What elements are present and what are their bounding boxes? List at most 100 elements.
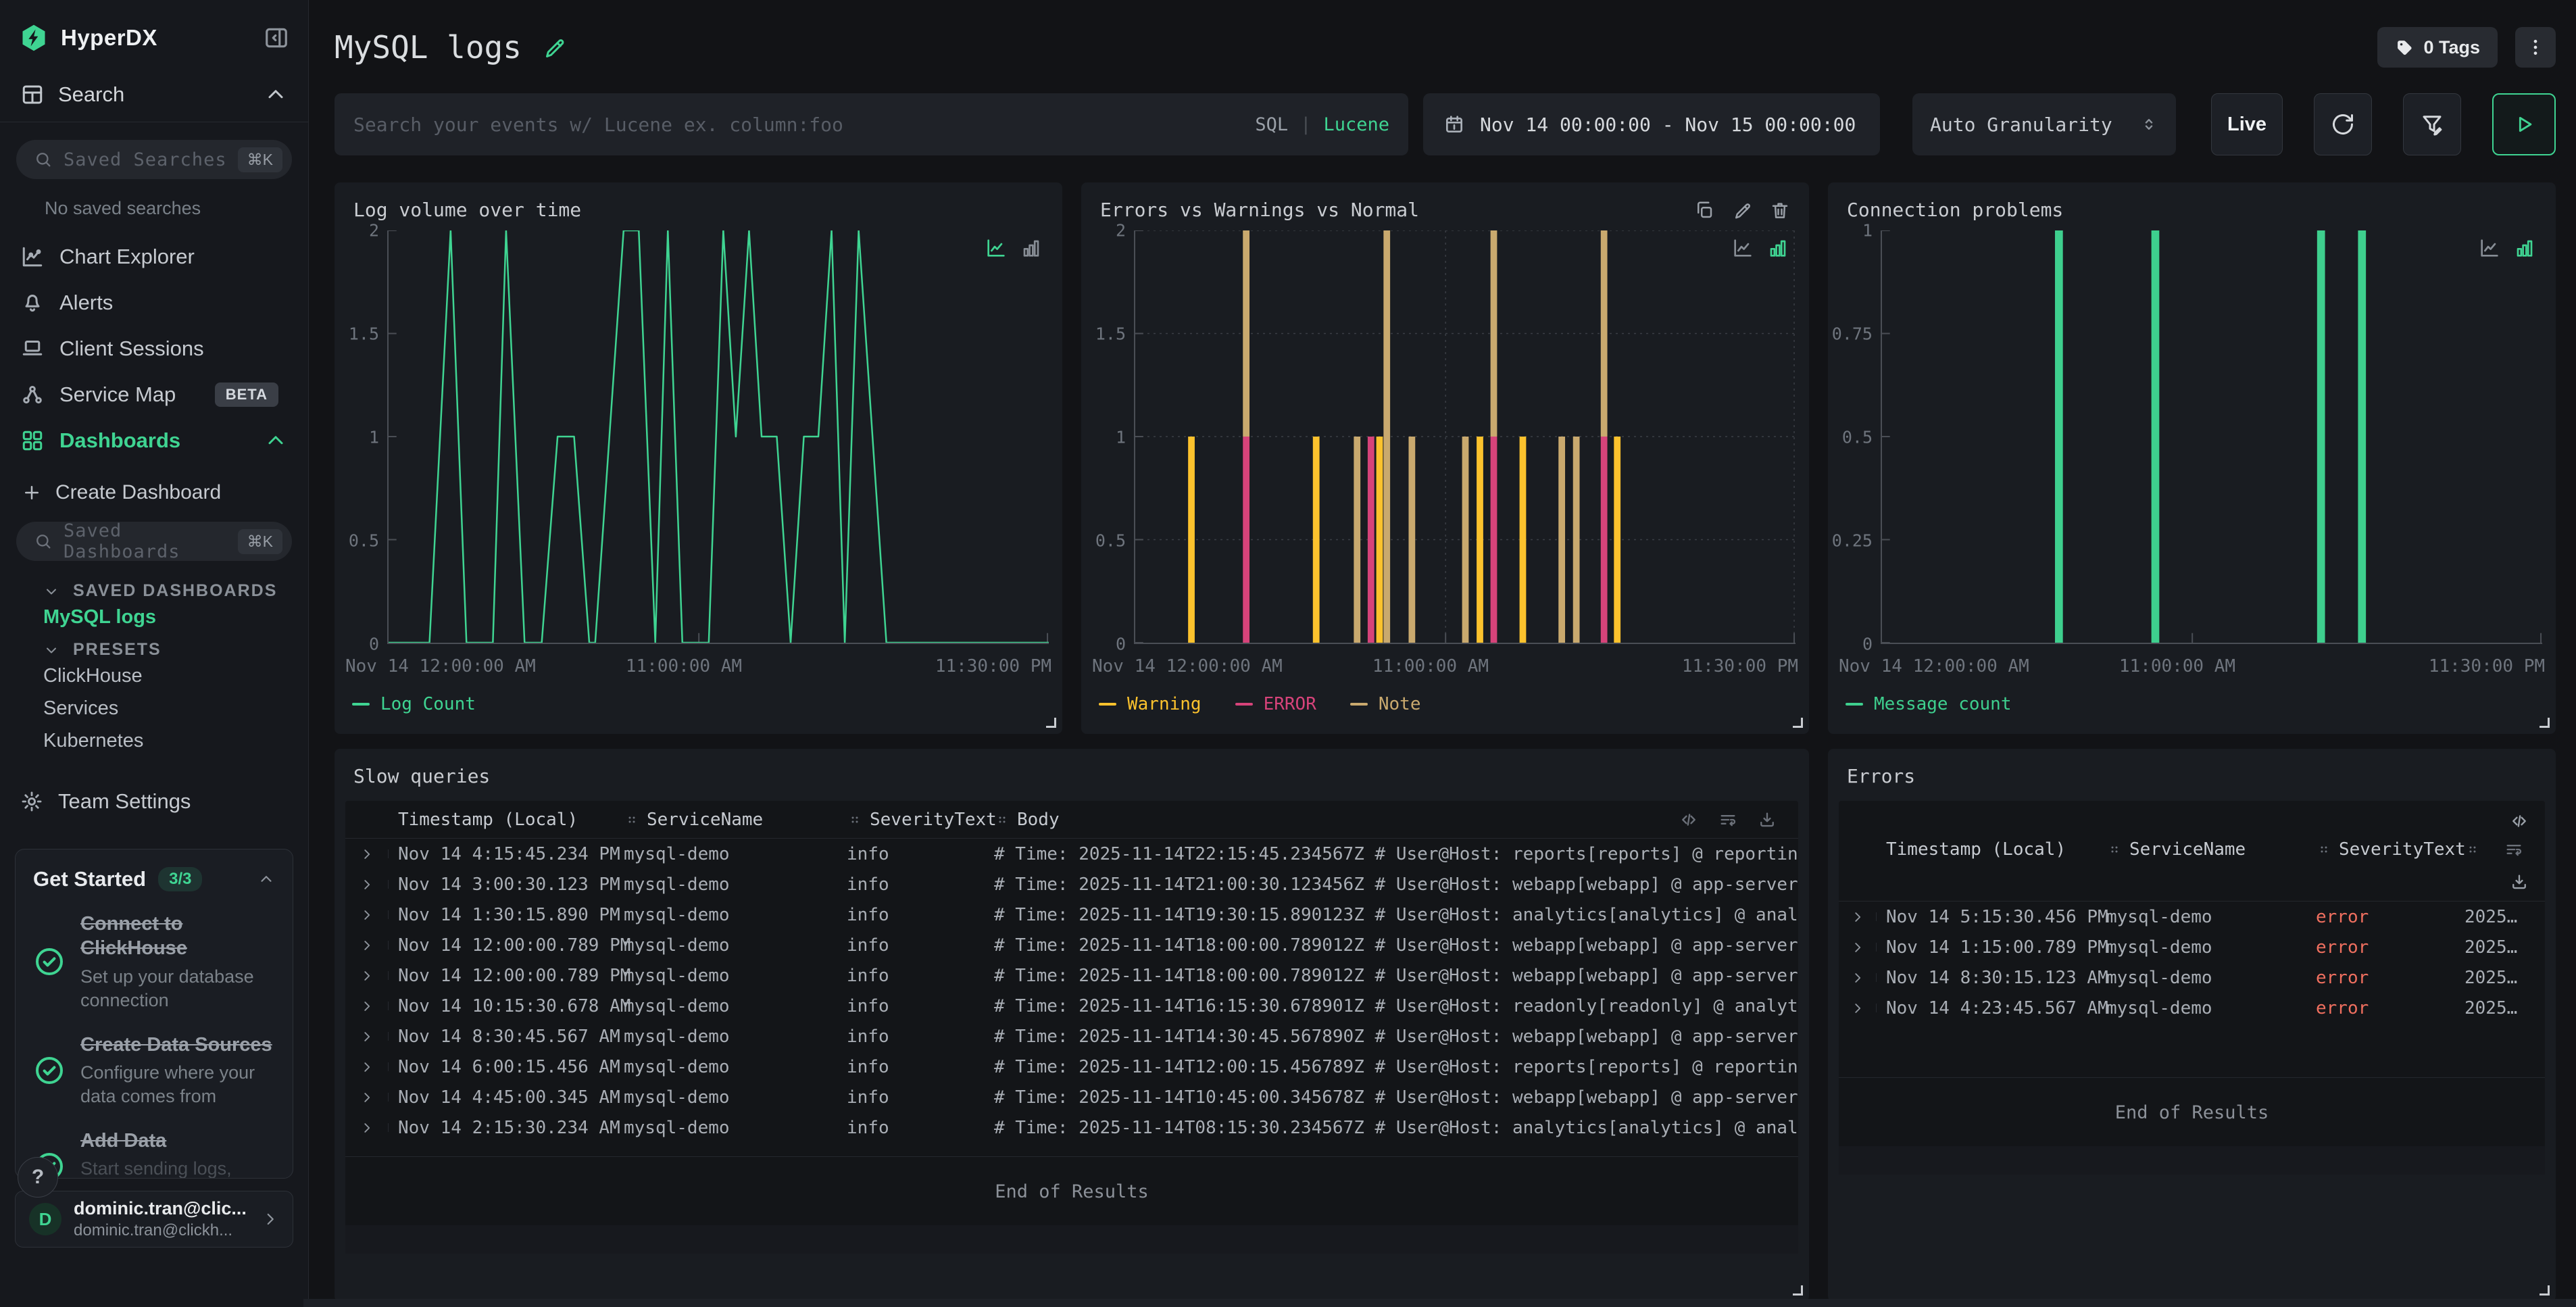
column-header-severitytext[interactable]: SeverityText <box>2316 839 2464 860</box>
resize-handle[interactable] <box>2540 718 2550 728</box>
dashboard-link-kubernetes[interactable]: Kubernetes <box>0 724 308 757</box>
dashboard-link-services[interactable]: Services <box>0 692 308 724</box>
copy-icon[interactable] <box>1694 200 1714 220</box>
create-dashboard-button[interactable]: Create Dashboard <box>0 481 308 504</box>
expand-row-icon[interactable] <box>360 1120 374 1135</box>
more-menu-button[interactable] <box>2515 27 2556 68</box>
expand-row-icon[interactable] <box>360 1060 374 1075</box>
column-header-servicename[interactable]: ServiceName <box>2106 839 2316 860</box>
trash-icon[interactable] <box>1770 200 1790 220</box>
sidebar-item-service-map[interactable]: Service MapBETA <box>0 372 308 418</box>
chevron-up-icon[interactable] <box>257 870 275 888</box>
sidebar-item-dashboards[interactable]: Dashboards <box>0 418 308 464</box>
expand-row-icon[interactable] <box>360 908 374 922</box>
chart-canvas[interactable] <box>389 230 1049 643</box>
column-header-severitytext[interactable]: SeverityText <box>847 810 994 830</box>
drag-handle-icon[interactable] <box>994 812 1010 828</box>
chevron-up-icon[interactable] <box>264 82 288 107</box>
expand-row-icon[interactable] <box>360 1029 374 1044</box>
expand-row-icon[interactable] <box>360 938 374 953</box>
line-view-icon[interactable] <box>2479 237 2500 259</box>
column-header-timestamp[interactable]: Timestamp (Local) <box>389 810 624 830</box>
table-row[interactable]: Nov 14 2:15:30.234 AM mysql-demo info # … <box>345 1112 1798 1143</box>
resize-handle[interactable] <box>1793 718 1803 728</box>
resize-handle[interactable] <box>1046 718 1056 728</box>
line-view-icon[interactable] <box>985 237 1007 259</box>
chart-canvas[interactable] <box>1135 230 1795 643</box>
column-header-servicename[interactable]: ServiceName <box>624 810 847 830</box>
chevron-up-icon[interactable] <box>264 428 288 453</box>
chart-plot[interactable] <box>1881 230 2542 644</box>
filter-button[interactable] <box>2403 93 2461 155</box>
tags-button[interactable]: 0 Tags <box>2377 27 2498 68</box>
table-row[interactable]: Nov 14 3:00:30.123 PM mysql-demo info # … <box>345 869 1798 899</box>
sidebar-item-search[interactable]: Search <box>0 68 308 122</box>
sidebar-item-team-settings[interactable]: Team Settings <box>0 781 308 822</box>
lucene-toggle[interactable]: Lucene <box>1323 114 1389 135</box>
table-row[interactable]: Nov 14 4:23:45.567 AM mysql-demo error 2… <box>1839 993 2545 1023</box>
wrap-lines-icon[interactable] <box>2504 840 2523 859</box>
sql-toggle[interactable]: SQL <box>1255 114 1288 135</box>
expand-row-icon[interactable] <box>1850 1001 1865 1016</box>
dashboard-link-clickhouse[interactable]: ClickHouse <box>0 660 308 692</box>
download-icon[interactable] <box>2510 872 2529 891</box>
sidebar-item-chart-explorer[interactable]: Chart Explorer <box>0 234 308 280</box>
event-search-input[interactable]: Search your events w/ Lucene ex. column:… <box>335 93 1408 155</box>
code-view-icon[interactable] <box>1679 810 1698 829</box>
table-row[interactable]: Nov 14 5:15:30.456 PM mysql-demo error 2… <box>1839 902 2545 932</box>
legend-item-error[interactable]: ERROR <box>1235 694 1316 714</box>
granularity-select[interactable]: Auto Granularity <box>1912 93 2176 155</box>
table-row[interactable]: Nov 14 4:45:00.345 AM mysql-demo info # … <box>345 1082 1798 1112</box>
expand-row-icon[interactable] <box>360 968 374 983</box>
table-row[interactable]: Nov 14 1:15:00.789 PM mysql-demo error 2… <box>1839 932 2545 962</box>
drag-handle-icon[interactable] <box>847 812 863 828</box>
get-started-item-add-data[interactable]: Add Data Start sending logs, metrics, or… <box>33 1129 275 1179</box>
line-view-icon[interactable] <box>1732 237 1754 259</box>
run-query-button[interactable] <box>2492 93 2556 155</box>
saved-searches-input[interactable]: Saved Searches ⌘K <box>16 140 292 179</box>
expand-row-icon[interactable] <box>1850 940 1865 955</box>
sidebar-item-client-sessions[interactable]: Client Sessions <box>0 326 308 372</box>
expand-row-icon[interactable] <box>1850 910 1865 924</box>
legend-item-warning[interactable]: Warning <box>1099 694 1202 714</box>
get-started-item-connect-to-clickhouse[interactable]: Connect to ClickHouse Set up your databa… <box>33 912 275 1012</box>
table-row[interactable]: Nov 14 10:15:30.678 AM mysql-demo info #… <box>345 991 1798 1021</box>
drag-handle-icon[interactable] <box>624 812 640 828</box>
help-button[interactable]: ? <box>18 1157 58 1198</box>
column-header-timestamp[interactable]: Timestamp (Local) <box>1877 839 2106 860</box>
download-icon[interactable] <box>1758 810 1777 829</box>
column-header-body[interactable] <box>2464 840 2545 859</box>
section-header-saved-dashboards[interactable]: SAVED DASHBOARDS <box>0 581 308 601</box>
legend-item-log-count[interactable]: Log Count <box>352 694 476 714</box>
table-row[interactable]: Nov 14 4:15:45.234 PM mysql-demo info # … <box>345 839 1798 869</box>
edit-title-icon[interactable] <box>542 35 566 59</box>
table-row[interactable]: Nov 14 1:30:15.890 PM mysql-demo info # … <box>345 899 1798 930</box>
table-row[interactable]: Nov 14 12:00:00.789 PM mysql-demo info #… <box>345 930 1798 960</box>
chart-canvas[interactable] <box>1882 230 2542 643</box>
expand-row-icon[interactable] <box>1850 970 1865 985</box>
legend-item-note[interactable]: Note <box>1350 694 1421 714</box>
drag-handle-icon[interactable] <box>2106 841 2123 858</box>
resize-handle[interactable] <box>2540 1285 2550 1296</box>
dashboard-link-mysql-logs[interactable]: MySQL logs <box>0 601 308 633</box>
saved-dashboards-input[interactable]: Saved Dashboards ⌘K <box>16 522 292 561</box>
collapse-sidebar-icon[interactable] <box>264 25 289 51</box>
wrap-lines-icon[interactable] <box>1718 810 1737 829</box>
edit-icon[interactable] <box>1732 200 1752 220</box>
sidebar-item-alerts[interactable]: Alerts <box>0 280 308 326</box>
bar-view-icon[interactable] <box>1767 237 1789 259</box>
get-started-item-create-data-sources[interactable]: Create Data Sources Configure where your… <box>33 1033 275 1108</box>
drag-handle-icon[interactable] <box>2316 841 2332 858</box>
expand-row-icon[interactable] <box>360 847 374 862</box>
code-view-icon[interactable] <box>2510 812 2529 831</box>
expand-row-icon[interactable] <box>360 999 374 1014</box>
expand-row-icon[interactable] <box>360 1090 374 1105</box>
section-header-presets[interactable]: PRESETS <box>0 640 308 660</box>
refresh-button[interactable] <box>2314 93 2372 155</box>
user-menu[interactable]: D dominic.tran@clic... dominic.tran@clic… <box>15 1191 293 1248</box>
bar-view-icon[interactable] <box>1020 237 1042 259</box>
drag-handle-icon[interactable] <box>2464 841 2481 858</box>
chart-plot[interactable] <box>387 230 1049 644</box>
date-range-picker[interactable]: Nov 14 00:00:00 - Nov 15 00:00:00 <box>1423 93 1880 155</box>
table-row[interactable]: Nov 14 8:30:45.567 AM mysql-demo info # … <box>345 1021 1798 1052</box>
